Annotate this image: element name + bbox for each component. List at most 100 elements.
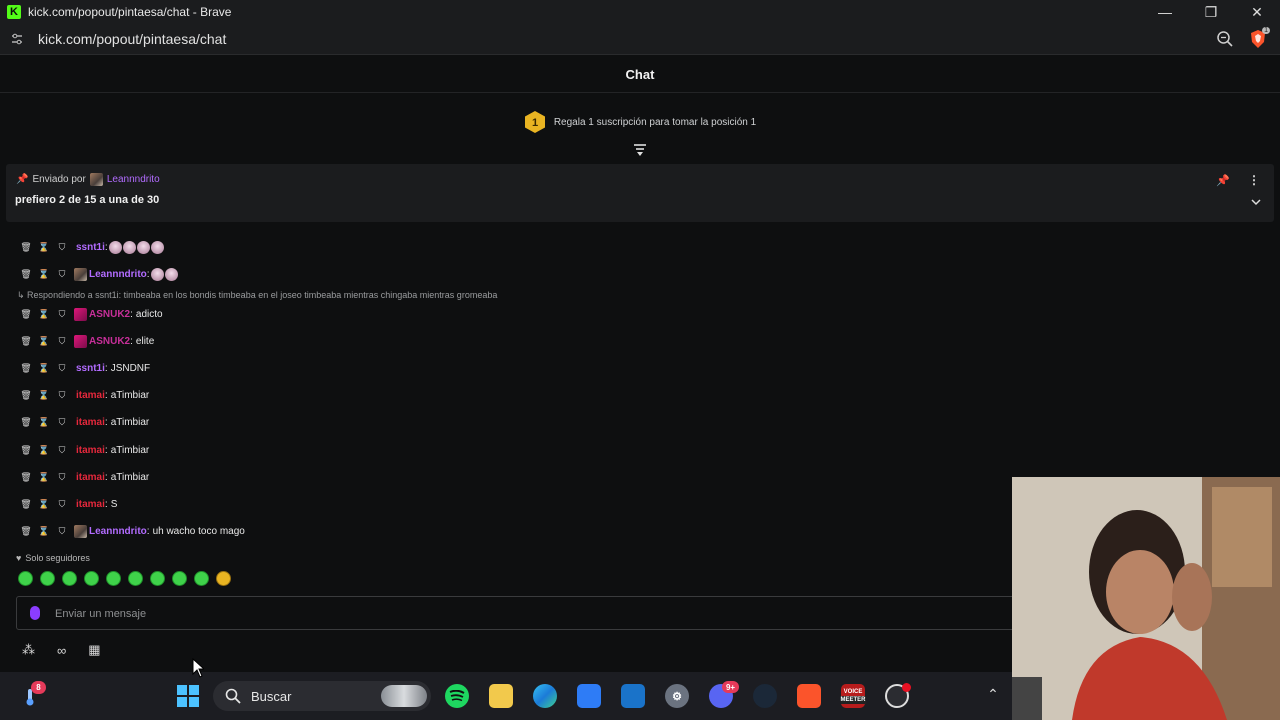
unpin-icon[interactable]: 📌 bbox=[1216, 174, 1230, 187]
delete-icon[interactable]: 🗑 bbox=[20, 362, 32, 374]
delete-icon[interactable]: 🗑 bbox=[20, 308, 32, 320]
emote-9[interactable] bbox=[194, 571, 209, 586]
emote-6[interactable] bbox=[128, 571, 143, 586]
moderator-shield-icon[interactable]: ⛉ bbox=[56, 444, 68, 456]
community-icon[interactable]: ⁂ bbox=[22, 642, 35, 658]
chat-username[interactable]: itamai bbox=[76, 390, 105, 401]
chat-username[interactable]: ssnt1i bbox=[76, 242, 105, 253]
timeout-icon[interactable]: ⌛ bbox=[38, 268, 50, 280]
avatar bbox=[89, 173, 103, 186]
chat-message-text: aTimbiar bbox=[110, 389, 150, 401]
timeout-icon[interactable]: ⌛ bbox=[38, 308, 50, 320]
outlook-icon[interactable] bbox=[621, 684, 645, 708]
timeout-icon[interactable]: ⌛ bbox=[38, 525, 50, 537]
chat-message-row: 🗑 ⌛ ⛉ Leannndrito: bbox=[20, 266, 178, 282]
windows-start-icon[interactable] bbox=[176, 684, 200, 708]
delete-icon[interactable]: 🗑 bbox=[20, 268, 32, 280]
zoom-icon[interactable] bbox=[1216, 30, 1234, 48]
delete-icon[interactable]: 🗑 bbox=[20, 471, 32, 483]
delete-icon[interactable]: 🗑 bbox=[20, 241, 32, 253]
moderator-shield-icon[interactable]: ⛉ bbox=[56, 241, 68, 253]
delete-icon[interactable]: 🗑 bbox=[20, 389, 32, 401]
more-options-icon[interactable]: ⋮ bbox=[1248, 173, 1260, 187]
emote-1[interactable] bbox=[18, 571, 33, 586]
timeout-icon[interactable]: ⌛ bbox=[38, 241, 50, 253]
heart-icon: ♥ bbox=[16, 553, 22, 563]
moderator-shield-icon[interactable]: ⛉ bbox=[56, 525, 68, 537]
url-field[interactable]: kick.com/popout/pintaesa/chat bbox=[38, 31, 226, 47]
chat-title: Chat bbox=[0, 56, 1280, 93]
sub-leaderboard-banner[interactable]: 1 Regala 1 suscripción para tomar la pos… bbox=[0, 94, 1280, 150]
delete-icon[interactable]: 🗑 bbox=[20, 335, 32, 347]
chat-username[interactable]: itamai bbox=[76, 417, 105, 428]
moderator-shield-icon[interactable]: ⛉ bbox=[56, 498, 68, 510]
chat-message-input[interactable] bbox=[55, 604, 955, 624]
moderator-shield-icon[interactable]: ⛉ bbox=[56, 268, 68, 280]
moderator-shield-icon[interactable]: ⛉ bbox=[56, 471, 68, 483]
chat-username[interactable]: itamai bbox=[76, 499, 105, 510]
tray-chevron-icon[interactable]: ⌃ bbox=[984, 686, 1002, 704]
voicemeeter-icon[interactable]: VOICE MEETER bbox=[840, 684, 866, 708]
settings-gear-icon[interactable]: ⚙ bbox=[665, 684, 689, 708]
webcam-overlay bbox=[1012, 477, 1280, 720]
chat-message-row: 🗑 ⌛ ⛉ itamai: aTimbiar bbox=[20, 414, 149, 430]
moderator-shield-icon[interactable]: ⛉ bbox=[56, 362, 68, 374]
store-icon[interactable]: ▦ bbox=[88, 642, 100, 658]
pinned-username[interactable]: Leannndrito bbox=[107, 174, 160, 185]
chevron-down-icon[interactable] bbox=[1250, 197, 1262, 207]
chat-message-row: 🗑 ⌛ ⛉ itamai: aTimbiar bbox=[20, 442, 149, 458]
chat-username[interactable]: ssnt1i bbox=[76, 363, 105, 374]
delete-icon[interactable]: 🗑 bbox=[20, 444, 32, 456]
minimize-button[interactable]: — bbox=[1142, 0, 1188, 24]
chat-username[interactable]: ASNUK2 bbox=[89, 309, 130, 320]
window-titlebar: K kick.com/popout/pintaesa/chat - Brave bbox=[0, 0, 1280, 24]
emote-4[interactable] bbox=[84, 571, 99, 586]
recording-indicator bbox=[902, 683, 911, 692]
moderator-shield-icon[interactable]: ⛉ bbox=[56, 335, 68, 347]
username-separator: : bbox=[104, 416, 108, 428]
timeout-icon[interactable]: ⌛ bbox=[38, 444, 50, 456]
chat-username[interactable]: itamai bbox=[76, 445, 105, 456]
brave-taskbar-icon[interactable] bbox=[797, 684, 821, 708]
emote-8[interactable] bbox=[172, 571, 187, 586]
site-settings-icon[interactable] bbox=[10, 32, 24, 46]
moderator-shield-icon[interactable]: ⛉ bbox=[56, 416, 68, 428]
close-button[interactable]: ✕ bbox=[1234, 0, 1280, 24]
microphone-icon[interactable] bbox=[30, 606, 40, 620]
taskbar-search[interactable]: Buscar bbox=[213, 681, 431, 711]
moderator-shield-icon[interactable]: ⛉ bbox=[56, 308, 68, 320]
spotify-icon[interactable] bbox=[445, 684, 469, 708]
followers-only-notice: ♥ Solo seguidores bbox=[16, 553, 90, 563]
timeout-icon[interactable]: ⌛ bbox=[38, 362, 50, 374]
infinity-icon[interactable]: ∞ bbox=[57, 643, 66, 658]
chat-username[interactable]: itamai bbox=[76, 472, 105, 483]
moderator-shield-icon[interactable]: ⛉ bbox=[56, 389, 68, 401]
emote-2[interactable] bbox=[40, 571, 55, 586]
edge-icon[interactable] bbox=[533, 684, 557, 708]
delete-icon[interactable]: 🗑 bbox=[20, 416, 32, 428]
chat-emote bbox=[150, 240, 164, 254]
timeout-icon[interactable]: ⌛ bbox=[38, 471, 50, 483]
chat-username[interactable]: Leannndrito bbox=[89, 526, 147, 537]
scroll-filter-icon[interactable] bbox=[632, 143, 648, 157]
emote-3[interactable] bbox=[62, 571, 77, 586]
emote-10[interactable] bbox=[216, 571, 231, 586]
emote-7[interactable] bbox=[150, 571, 165, 586]
delete-icon[interactable]: 🗑 bbox=[20, 525, 32, 537]
mouse-cursor-icon bbox=[192, 658, 204, 678]
timeout-icon[interactable]: ⌛ bbox=[38, 416, 50, 428]
chat-username[interactable]: Leannndrito bbox=[89, 269, 147, 280]
microsoft-store-icon[interactable] bbox=[577, 684, 601, 708]
rank-number: 1 bbox=[532, 117, 538, 129]
username-separator: : bbox=[104, 362, 108, 374]
timeout-icon[interactable]: ⌛ bbox=[38, 498, 50, 510]
emote-5[interactable] bbox=[106, 571, 121, 586]
timeout-icon[interactable]: ⌛ bbox=[38, 335, 50, 347]
steam-icon[interactable] bbox=[753, 684, 777, 708]
delete-icon[interactable]: 🗑 bbox=[20, 498, 32, 510]
file-explorer-icon[interactable] bbox=[489, 684, 513, 708]
chat-username[interactable]: ASNUK2 bbox=[89, 336, 130, 347]
brave-shields-icon[interactable]: 1 bbox=[1248, 27, 1270, 49]
restore-button[interactable]: ❐ bbox=[1188, 0, 1234, 24]
timeout-icon[interactable]: ⌛ bbox=[38, 389, 50, 401]
